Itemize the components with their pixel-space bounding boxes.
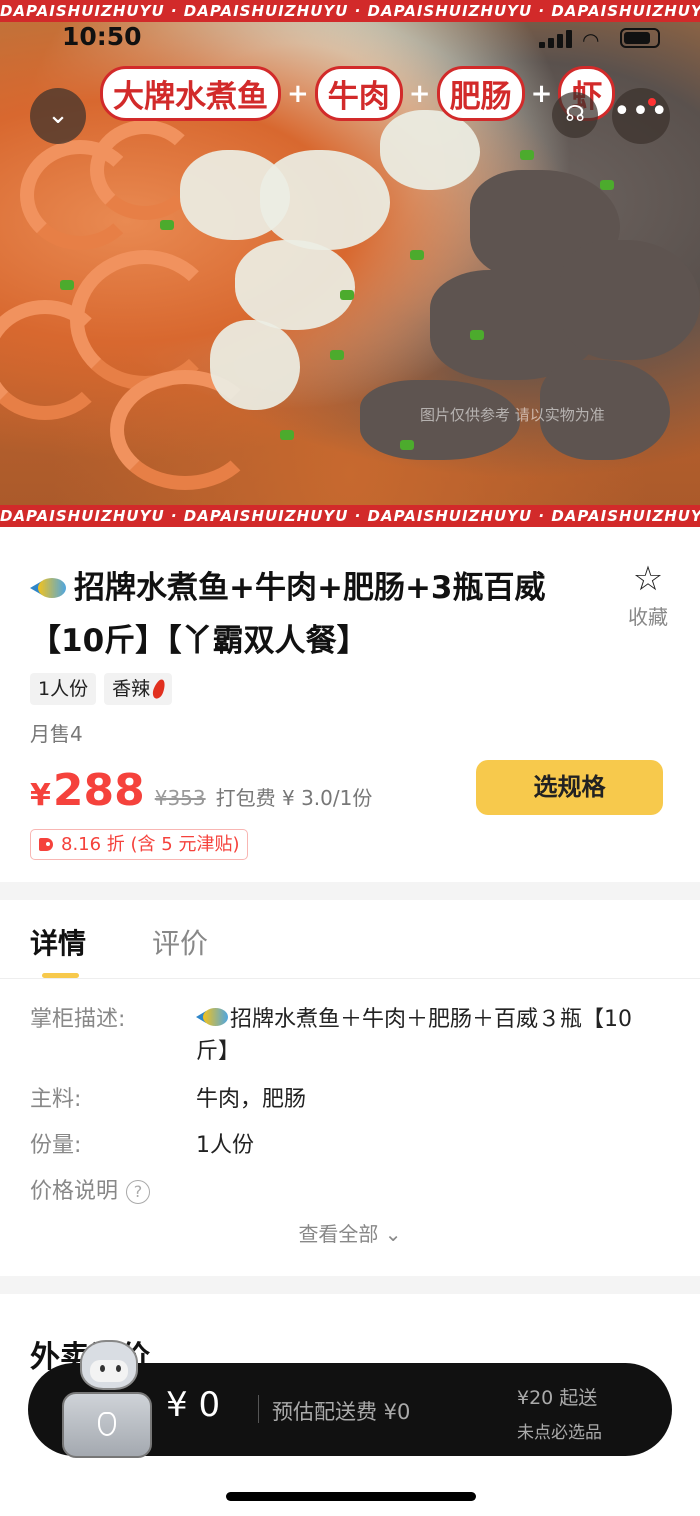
fish-emoji-icon bbox=[196, 1006, 230, 1028]
tag-flavor: 香辣 bbox=[104, 673, 173, 705]
favorite-button[interactable]: ☆ 收藏 bbox=[620, 559, 676, 630]
tab-bar: 详情 评价 bbox=[0, 900, 700, 979]
collapse-button[interactable]: ⌄ bbox=[30, 88, 86, 144]
notification-dot bbox=[648, 98, 656, 106]
herb-shape bbox=[600, 180, 614, 190]
fish-shape bbox=[210, 320, 300, 410]
customer-service-icon: ☊ bbox=[565, 102, 585, 127]
wifi-icon: ◠ bbox=[582, 28, 600, 52]
fish-shape bbox=[380, 110, 480, 190]
product-detail-page: DAPAISHUIZHUYU · DAPAISHUIZHUYU · DAPAIS… bbox=[0, 0, 700, 1516]
status-bar: 10:50 ◠ bbox=[0, 20, 700, 60]
image-disclaimer: 图片仅供参考 请以实物为准 bbox=[420, 406, 605, 424]
chili-icon bbox=[150, 677, 168, 701]
help-icon[interactable]: ? bbox=[126, 1180, 151, 1204]
status-time: 10:50 bbox=[62, 22, 142, 51]
favorite-label: 收藏 bbox=[628, 605, 668, 629]
badge-beef: 牛肉 bbox=[314, 66, 403, 121]
tag-portion: 1人份 bbox=[30, 673, 97, 705]
divider bbox=[258, 1395, 259, 1423]
badge-intestine: 肥肠 bbox=[436, 66, 525, 121]
chevron-down-icon: ⌄ bbox=[378, 1222, 402, 1246]
product-tags: 1人份 香辣 bbox=[30, 673, 180, 705]
tab-details[interactable]: 详情 bbox=[30, 922, 86, 962]
herb-shape bbox=[470, 330, 484, 340]
herb-shape bbox=[160, 220, 174, 230]
badge-fish: 大牌水煮鱼 bbox=[100, 66, 281, 121]
see-all-link[interactable]: 查看全部 ⌄ bbox=[0, 1218, 700, 1247]
fish-shape bbox=[235, 240, 355, 330]
home-indicator[interactable] bbox=[226, 1492, 476, 1501]
beef-shape bbox=[560, 240, 700, 360]
price-row: ¥ 288 ¥353 打包费 ¥ 3.0/1份 bbox=[30, 765, 372, 816]
herb-shape bbox=[340, 290, 354, 300]
product-info-card: 招牌水煮鱼+牛肉+肥肠+3瓶百威【10斤】【丫霸双人餐】 ☆ 收藏 1人份 香辣… bbox=[0, 527, 700, 882]
more-button[interactable]: ••• bbox=[612, 88, 670, 144]
brand-strip-bottom: DAPAISHUIZHUYU · DAPAISHUIZHUYU · DAPAIS… bbox=[0, 505, 700, 527]
brand-strip-top: DAPAISHUIZHUYU · DAPAISHUIZHUYU · DAPAIS… bbox=[0, 0, 700, 22]
product-image[interactable]: DAPAISHUIZHUYU · DAPAISHUIZHUYU · DAPAIS… bbox=[0, 0, 700, 527]
fish-emoji-icon bbox=[30, 576, 68, 600]
monthly-sales: 月售4 bbox=[30, 722, 83, 746]
battery-icon bbox=[620, 28, 660, 48]
signal-icon bbox=[539, 30, 572, 48]
herb-shape bbox=[520, 150, 534, 160]
herb-shape bbox=[400, 440, 414, 450]
herb-shape bbox=[330, 350, 344, 360]
min-order: ¥20 起送 bbox=[517, 1387, 598, 1409]
packing-fee: 打包费 ¥ 3.0/1份 bbox=[215, 786, 373, 810]
original-price: ¥353 bbox=[154, 786, 206, 810]
currency-symbol: ¥ bbox=[30, 778, 51, 813]
discount-badge: 8.16 折 (含 5 元津贴) bbox=[30, 829, 249, 860]
tab-reviews[interactable]: 评价 bbox=[152, 922, 208, 962]
product-title: 招牌水煮鱼+牛肉+肥肠+3瓶百威【10斤】【丫霸双人餐】 bbox=[30, 570, 546, 659]
price-tag-icon bbox=[39, 838, 53, 851]
herb-shape bbox=[280, 430, 294, 440]
fish-shape bbox=[260, 150, 390, 250]
cart-amount: ¥ 0 bbox=[166, 1385, 221, 1425]
chevron-down-icon: ⌄ bbox=[47, 100, 69, 130]
more-icon: ••• bbox=[612, 94, 670, 129]
active-tab-indicator bbox=[42, 973, 79, 978]
delivery-fee: 预估配送费 ¥0 bbox=[272, 1400, 411, 1424]
detail-section: 详情 评价 掌柜描述: 招牌水煮鱼＋牛肉＋肥肠＋百威３瓶【10斤】 主料: 牛肉… bbox=[0, 900, 700, 1276]
star-icon: ☆ bbox=[632, 559, 664, 599]
customer-service-button[interactable]: ☊ bbox=[552, 92, 598, 138]
herb-shape bbox=[410, 250, 424, 260]
cart-mascot-icon[interactable] bbox=[60, 1340, 155, 1460]
select-spec-button[interactable]: 选规格 bbox=[476, 760, 663, 815]
current-price: 288 bbox=[52, 765, 145, 816]
herb-shape bbox=[60, 280, 74, 290]
dish-badges: 大牌水煮鱼 + 牛肉 + 肥肠 + 虾 bbox=[100, 66, 616, 121]
required-item-note: 未点必选品 bbox=[517, 1423, 602, 1443]
